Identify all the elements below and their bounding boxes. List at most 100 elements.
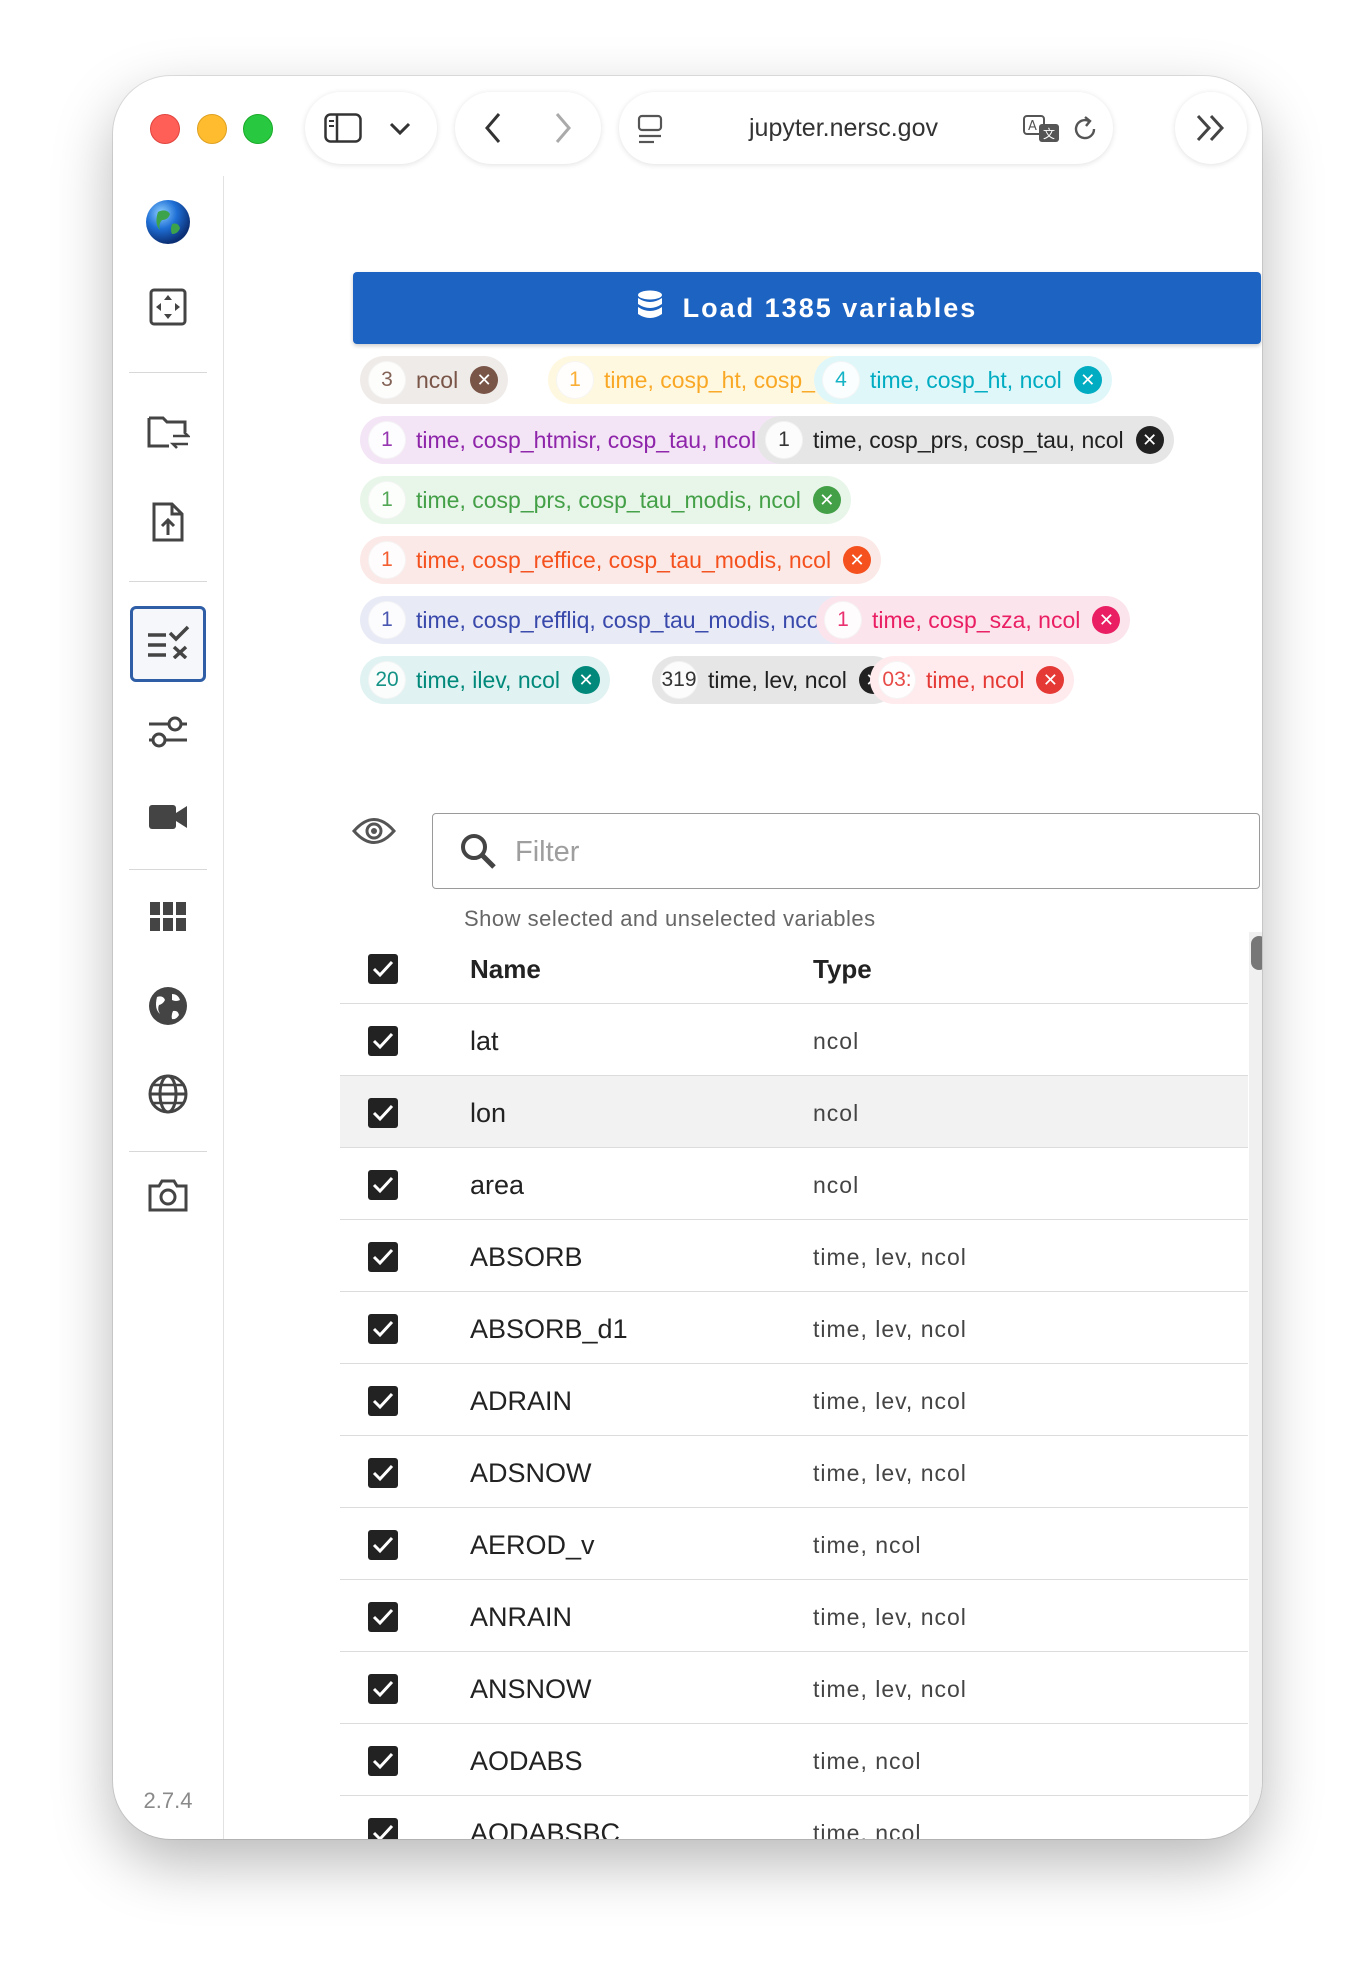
chip-label: ncol xyxy=(416,366,459,393)
table-row[interactable]: ABSORB time, lev, ncol xyxy=(340,1220,1248,1292)
folder-sync-button[interactable] xyxy=(130,396,206,472)
world-icon xyxy=(147,1073,189,1120)
chip-label: time, cosp_prs, cosp_tau_modis, ncol xyxy=(416,486,801,513)
sidebar-toggle-group xyxy=(305,92,437,164)
video-button[interactable] xyxy=(130,781,206,857)
more-tabs-group xyxy=(1175,92,1247,164)
dimension-chip[interactable]: 1 time, cosp_prs, cosp_tau_modis, ncol ✕ xyxy=(360,476,851,524)
table-row[interactable]: ANSNOW time, lev, ncol xyxy=(340,1652,1248,1724)
row-checkbox[interactable] xyxy=(368,1170,398,1200)
close-window-button[interactable] xyxy=(150,114,180,144)
row-checkbox[interactable] xyxy=(368,1746,398,1776)
chip-remove-icon[interactable]: ✕ xyxy=(470,366,499,394)
table-scrollbar[interactable] xyxy=(1249,932,1262,1839)
table-row[interactable]: area ncol xyxy=(340,1148,1248,1220)
world-view-button[interactable] xyxy=(130,1058,206,1134)
filter-field[interactable] xyxy=(432,813,1260,889)
dimension-chip[interactable]: 03: time, ncol ✕ xyxy=(870,656,1075,704)
load-variables-button[interactable]: Load 1385 variables xyxy=(353,272,1261,344)
filter-input[interactable] xyxy=(513,830,1217,874)
table-row[interactable]: lon ncol xyxy=(340,1076,1248,1148)
dimension-chip[interactable]: 20 time, ilev, ncol ✕ xyxy=(360,656,611,704)
address-bar[interactable]: jupyter.nersc.gov A文 xyxy=(619,92,1113,164)
variable-name: AEROD_v xyxy=(470,1530,595,1560)
row-checkbox[interactable] xyxy=(368,1602,398,1632)
dimension-chip[interactable]: 1 time, cosp_sza, ncol ✕ xyxy=(816,596,1131,644)
variable-type: time, lev, ncol xyxy=(813,1244,967,1270)
video-icon xyxy=(148,803,188,836)
app-logo[interactable] xyxy=(130,186,206,262)
table-row[interactable]: ADRAIN time, lev, ncol xyxy=(340,1364,1248,1436)
variable-name: ADRAIN xyxy=(470,1386,573,1416)
url-text: jupyter.nersc.gov xyxy=(749,114,938,142)
screenshot-button[interactable] xyxy=(130,1159,206,1235)
table-row[interactable]: ABSORB_d1 time, lev, ncol xyxy=(340,1292,1248,1364)
chip-remove-icon[interactable]: ✕ xyxy=(843,546,872,574)
chip-count: 1 xyxy=(368,481,406,519)
table-row[interactable]: AODABSBC time, ncol xyxy=(340,1796,1248,1839)
chip-remove-icon[interactable]: ✕ xyxy=(1135,426,1164,454)
sidebar-icon[interactable] xyxy=(323,110,363,146)
variable-type: ncol xyxy=(813,1028,860,1054)
variable-name: AODABSBC xyxy=(470,1818,621,1839)
file-upload-button[interactable] xyxy=(130,486,206,562)
translate-icon[interactable]: A文 xyxy=(1022,112,1062,146)
table-row[interactable]: ANRAIN time, lev, ncol xyxy=(340,1580,1248,1652)
row-checkbox[interactable] xyxy=(368,1098,398,1128)
variable-select-icon xyxy=(146,625,190,664)
chip-count: 3 xyxy=(368,361,406,399)
grid-button[interactable] xyxy=(130,881,206,957)
column-header-name[interactable]: Name xyxy=(470,954,541,985)
more-icon[interactable] xyxy=(1191,110,1231,146)
row-checkbox[interactable] xyxy=(368,1386,398,1416)
chip-remove-icon[interactable]: ✕ xyxy=(1073,366,1102,394)
page-menu-icon[interactable] xyxy=(633,112,667,146)
row-checkbox[interactable] xyxy=(368,1530,398,1560)
variable-type: time, lev, ncol xyxy=(813,1676,967,1702)
chip-remove-icon[interactable]: ✕ xyxy=(1036,666,1065,694)
row-checkbox[interactable] xyxy=(368,1026,398,1056)
dimension-chip[interactable]: 4 time, cosp_ht, ncol ✕ xyxy=(814,356,1112,404)
column-header-type[interactable]: Type xyxy=(813,954,872,985)
variable-type: time, lev, ncol xyxy=(813,1604,967,1630)
left-toolbar: 2.7.4 xyxy=(113,176,224,1839)
globe-view-button[interactable] xyxy=(130,970,206,1046)
back-icon[interactable] xyxy=(473,108,513,148)
chip-remove-icon[interactable]: ✕ xyxy=(812,486,841,514)
dimension-chip[interactable]: 1 time, cosp_prs, cosp_tau, ncol ✕ xyxy=(757,416,1174,464)
row-checkbox[interactable] xyxy=(368,1314,398,1344)
visibility-toggle[interactable] xyxy=(352,816,396,851)
table-row[interactable]: AEROD_v time, ncol xyxy=(340,1508,1248,1580)
select-all-checkbox[interactable] xyxy=(368,954,398,984)
sliders-button[interactable] xyxy=(130,696,206,772)
minimize-window-button[interactable] xyxy=(197,114,227,144)
row-checkbox[interactable] xyxy=(368,1242,398,1272)
variable-type: ncol xyxy=(813,1100,860,1126)
chip-remove-icon[interactable]: ✕ xyxy=(1092,606,1121,634)
dimension-chip[interactable]: 3 ncol ✕ xyxy=(360,356,509,404)
dimension-chip[interactable]: 1time, cosp_htmisr, cosp_tau, ncol✕ xyxy=(360,416,807,464)
chip-remove-icon[interactable]: ✕ xyxy=(572,666,601,694)
row-checkbox[interactable] xyxy=(368,1674,398,1704)
variable-select-button[interactable] xyxy=(130,606,206,682)
fit-screen-button[interactable] xyxy=(130,271,206,347)
variable-type: time, ncol xyxy=(813,1748,922,1774)
dimension-chip[interactable]: 1 time, cosp_reffice, cosp_tau_modis, nco… xyxy=(360,536,882,584)
zoom-window-button[interactable] xyxy=(243,114,273,144)
row-checkbox[interactable] xyxy=(368,1458,398,1488)
table-row[interactable]: AODABS time, ncol xyxy=(340,1724,1248,1796)
chevron-down-icon[interactable] xyxy=(385,114,415,144)
folder-sync-icon xyxy=(146,412,192,457)
scrollbar-thumb[interactable] xyxy=(1251,936,1262,970)
table-row[interactable]: lat ncol xyxy=(340,1004,1248,1076)
row-checkbox[interactable] xyxy=(368,1818,398,1839)
chip-label: time, cosp_sza, ncol xyxy=(872,606,1081,633)
variable-type: time, ncol xyxy=(813,1820,922,1839)
forward-icon[interactable] xyxy=(543,108,583,148)
dimension-chip[interactable]: 1 time, cosp_reffliq, cosp_tau_modis, nco… xyxy=(360,596,875,644)
variable-type: time, lev, ncol xyxy=(813,1388,967,1414)
variables-panel: Load 1385 variables 3 ncol ✕ 1 time, cosp_ht… xyxy=(224,176,1262,1839)
table-row[interactable]: ADSNOW time, lev, ncol xyxy=(340,1436,1248,1508)
reload-icon[interactable] xyxy=(1069,112,1101,146)
dimension-chip[interactable]: 319time, lev, ncol✕ xyxy=(652,656,897,704)
